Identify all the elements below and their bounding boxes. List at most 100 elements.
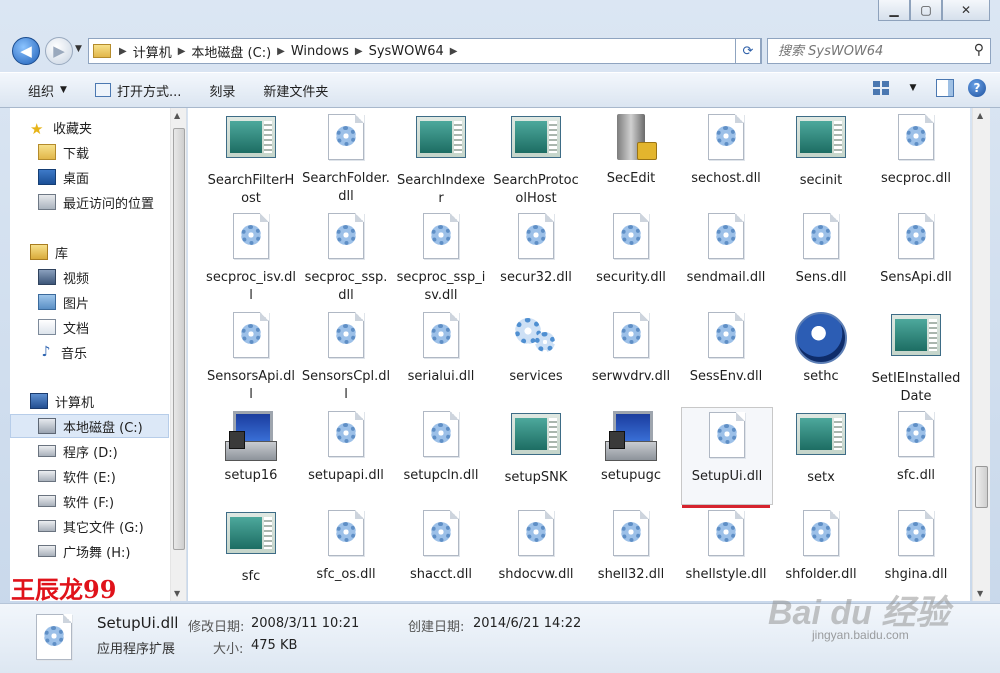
nav-favorites[interactable]: ★ 收藏夹 <box>30 116 92 138</box>
nav-drive-c[interactable]: 本地磁盘 (C:) <box>10 414 169 438</box>
setup-computer-icon <box>225 411 277 463</box>
file-item[interactable]: SensApi.dll <box>871 209 961 305</box>
file-item[interactable]: shellstyle.dll <box>681 506 771 601</box>
file-item[interactable]: SearchIndexer <box>396 110 486 206</box>
file-name: secproc_isv.dll <box>206 270 296 303</box>
open-with-button[interactable]: 打开方式... <box>81 73 195 107</box>
file-item[interactable]: SetupUi.dll <box>681 407 773 508</box>
address-bar[interactable]: ▶ 计算机 ▶ 本地磁盘 (C:) ▶ Windows ▶ SysWOW64 ▶… <box>88 38 762 64</box>
file-item[interactable]: secproc_ssp_isv.dll <box>396 209 486 305</box>
nav-music[interactable]: ♪ 音乐 <box>38 341 87 363</box>
file-item[interactable]: sfc_os.dll <box>301 506 391 601</box>
file-item[interactable]: sendmail.dll <box>681 209 771 305</box>
preview-pane-button[interactable] <box>936 79 954 97</box>
minimize-button[interactable]: ▁ <box>878 0 910 21</box>
nav-videos[interactable]: 视频 <box>38 266 89 288</box>
open-with-label: 打开方式... <box>116 84 182 100</box>
file-item[interactable]: sfc.dll <box>871 407 961 503</box>
breadcrumb-separator[interactable]: ▶ <box>117 46 129 57</box>
search-input[interactable] <box>776 42 970 60</box>
file-item[interactable]: shacct.dll <box>396 506 486 601</box>
nav-drive-h[interactable]: 广场舞 (H:) <box>38 540 130 562</box>
file-item[interactable]: SecEdit <box>586 110 676 206</box>
file-item[interactable]: SessEnv.dll <box>681 308 771 404</box>
nav-recent[interactable]: 最近访问的位置 <box>38 191 154 213</box>
file-item[interactable]: secproc_isv.dll <box>206 209 296 305</box>
nav-drive-d[interactable]: 程序 (D:) <box>38 440 118 462</box>
recent-pages-dropdown[interactable]: ▼ <box>75 44 82 54</box>
nav-label: 视频 <box>63 271 90 287</box>
baidu-url: jingyan.baidu.com <box>812 628 909 642</box>
file-item[interactable]: SensorsCpl.dll <box>301 308 391 404</box>
back-button[interactable]: ◀ <box>12 37 40 65</box>
nav-drive-e[interactable]: 软件 (E:) <box>38 465 116 487</box>
close-button[interactable]: ✕ <box>942 0 990 21</box>
nav-desktop[interactable]: 桌面 <box>38 166 89 188</box>
file-item[interactable]: SensorsApi.dll <box>206 308 296 404</box>
nav-drive-f[interactable]: 软件 (F:) <box>38 490 114 512</box>
content-scrollbar[interactable]: ▲ ▼ <box>972 108 990 601</box>
breadcrumb-separator[interactable]: ▶ <box>176 46 188 57</box>
nav-scrollbar[interactable]: ▲ ▼ <box>170 108 186 601</box>
file-item[interactable]: setupapi.dll <box>301 407 391 503</box>
file-item[interactable]: secur32.dll <box>491 209 581 305</box>
search-icon[interactable]: ⚲ <box>974 42 984 58</box>
breadcrumb-windows[interactable]: Windows <box>287 44 353 59</box>
nav-libraries[interactable]: 库 <box>30 241 68 263</box>
file-name: sechost.dll <box>691 171 761 186</box>
view-options-dropdown[interactable]: ▼ <box>904 79 922 97</box>
file-item[interactable]: secproc_ssp.dll <box>301 209 391 305</box>
file-item[interactable]: setupcln.dll <box>396 407 486 503</box>
file-item[interactable]: SearchProtocolHost <box>491 110 581 206</box>
file-item[interactable]: services <box>491 308 581 404</box>
help-icon[interactable]: ? <box>968 79 986 97</box>
search-box[interactable]: ⚲ <box>767 38 991 64</box>
change-view-button[interactable] <box>872 79 890 97</box>
file-item[interactable]: shdocvw.dll <box>491 506 581 601</box>
scroll-down-icon[interactable]: ▼ <box>977 589 983 598</box>
file-name: services <box>509 369 563 384</box>
file-item[interactable]: sethc <box>776 308 866 404</box>
breadcrumb-drive-c[interactable]: 本地磁盘 (C:) <box>187 42 275 61</box>
file-item[interactable]: SearchFilterHost <box>206 110 296 206</box>
scroll-up-icon[interactable]: ▲ <box>977 111 983 120</box>
breadcrumb-separator[interactable]: ▶ <box>275 46 287 57</box>
scroll-up-icon[interactable]: ▲ <box>174 111 180 120</box>
file-item[interactable]: security.dll <box>586 209 676 305</box>
maximize-button[interactable]: ▢ <box>910 0 942 21</box>
nav-computer[interactable]: 计算机 <box>30 390 94 412</box>
nav-pictures[interactable]: 图片 <box>38 291 89 313</box>
file-item[interactable]: secinit <box>776 110 866 206</box>
nav-drive-g[interactable]: 其它文件 (G:) <box>38 515 144 537</box>
forward-button[interactable]: ▶ <box>45 37 73 65</box>
file-item[interactable]: shell32.dll <box>586 506 676 601</box>
refresh-icon[interactable]: ⟳ <box>735 38 761 64</box>
file-item[interactable]: secproc.dll <box>871 110 961 206</box>
file-item[interactable]: serialui.dll <box>396 308 486 404</box>
details-modified-label: 修改日期: <box>188 620 245 635</box>
scroll-down-icon[interactable]: ▼ <box>174 589 180 598</box>
dll-gear-icon <box>320 312 372 364</box>
breadcrumb-computer[interactable]: 计算机 <box>129 42 176 61</box>
file-item[interactable]: setupSNK <box>491 407 581 503</box>
organize-button[interactable]: 组织 ▼ <box>0 73 81 107</box>
new-folder-button[interactable]: 新建文件夹 <box>249 73 342 107</box>
file-item[interactable]: setx <box>776 407 866 503</box>
breadcrumb-syswow64[interactable]: SysWOW64 <box>365 44 448 59</box>
nav-downloads[interactable]: 下载 <box>38 141 89 163</box>
file-item[interactable]: Sens.dll <box>776 209 866 305</box>
nav-documents[interactable]: 文档 <box>38 316 89 338</box>
file-item[interactable]: SearchFolder.dll <box>301 110 391 206</box>
file-item[interactable]: sechost.dll <box>681 110 771 206</box>
file-item[interactable]: setup16 <box>206 407 296 503</box>
burn-button[interactable]: 刻录 <box>195 73 249 107</box>
breadcrumb-separator[interactable]: ▶ <box>353 46 365 57</box>
file-name: sethc <box>803 369 839 384</box>
nav-scroll-thumb[interactable] <box>173 128 185 550</box>
file-item[interactable]: SetIEInstalledDate <box>871 308 961 404</box>
content-scroll-thumb[interactable] <box>975 466 988 508</box>
file-item[interactable]: sfc <box>206 506 296 601</box>
breadcrumb-separator[interactable]: ▶ <box>448 46 460 57</box>
file-item[interactable]: setupugc <box>586 407 676 503</box>
file-item[interactable]: serwvdrv.dll <box>586 308 676 404</box>
